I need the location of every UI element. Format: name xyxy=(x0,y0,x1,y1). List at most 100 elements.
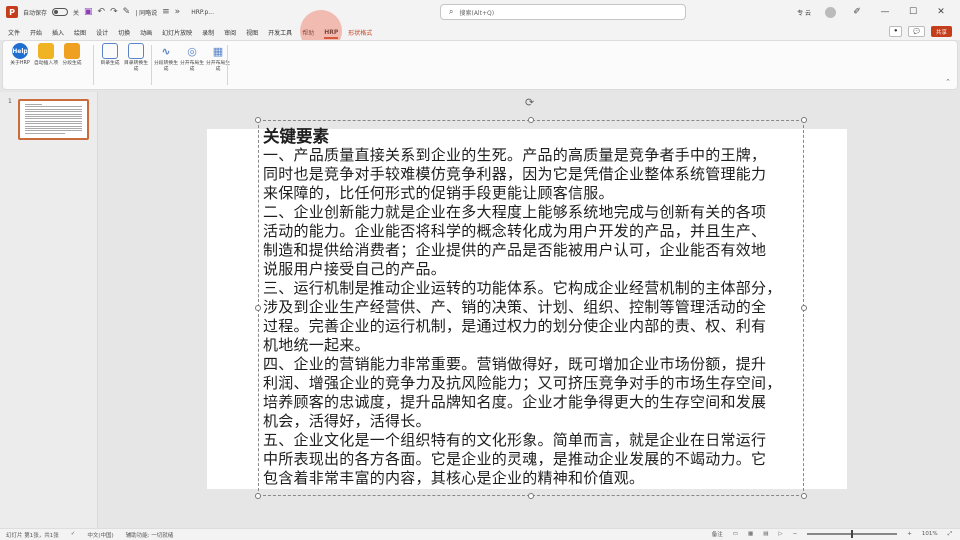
resize-handle[interactable] xyxy=(528,117,534,123)
zoom-in-icon[interactable]: + xyxy=(907,531,912,537)
resize-handle[interactable] xyxy=(801,117,807,123)
sorter-view-icon[interactable]: ▦ xyxy=(748,531,753,537)
accessibility-status[interactable]: 辅助功能: 一切就绪 xyxy=(126,531,174,539)
text-line: 来保障的，比任何形式的促销手段更能让顾客信服。 xyxy=(263,184,614,202)
ribbon-group-3: ∿ 分段转换生成 ◎ 分开布局生成 ▦ 分开布局生成 xyxy=(154,43,230,73)
toc-icon xyxy=(102,43,118,59)
tab-shape-format[interactable]: 形状格式 xyxy=(348,28,372,37)
pen-icon[interactable]: ✐ xyxy=(850,7,864,17)
search-box[interactable]: ⌕ 搜索(Alt+Q) xyxy=(440,4,686,20)
notes-button[interactable]: 备注 xyxy=(712,530,723,538)
tab-review[interactable]: 审阅 xyxy=(224,28,236,37)
ribbon-separator xyxy=(93,45,94,85)
layers-icon xyxy=(64,43,80,59)
text-line: 培养顾客的忠诚度，提升品牌知名度。企业才能争得更大的生存空间和发展 xyxy=(263,393,767,411)
segment-generate-button[interactable]: 分段生成 xyxy=(61,43,83,67)
slide-number: 1 xyxy=(8,98,12,105)
powerpoint-logo-icon: P xyxy=(6,6,18,18)
tab-developer[interactable]: 开发工具 xyxy=(268,28,292,37)
language-indicator[interactable]: 中文(中国) xyxy=(87,531,113,539)
ribbon-separator xyxy=(227,45,228,85)
ribbon-panel: Help 关于HRP 自动插入项 分段生成 目录生成 目录转换生成 ∿ 分段转换… xyxy=(2,40,958,90)
text-line: 机地统一起来。 xyxy=(263,336,370,354)
autosave-label: 自动保存 xyxy=(23,9,48,17)
tab-home[interactable]: 开始 xyxy=(30,28,42,37)
tab-view[interactable]: 视图 xyxy=(246,28,258,37)
normal-view-icon[interactable]: ▭ xyxy=(733,531,738,537)
zoom-slider[interactable] xyxy=(807,530,898,538)
format-painter-icon[interactable]: ✎ xyxy=(123,7,131,17)
slide-canvas: ⟳ 关键要素 一、产品质量直接关系到企业的生死。产品的高质量是竞争者手中的王牌，… xyxy=(99,92,960,528)
avatar[interactable] xyxy=(825,6,836,18)
collapse-ribbon-icon[interactable]: ⌃ xyxy=(945,78,951,86)
cycle-icon: ◎ xyxy=(187,44,197,58)
zoom-out-icon[interactable]: − xyxy=(793,531,798,537)
zoom-level[interactable]: 101% xyxy=(922,531,938,537)
slideshow-view-icon[interactable]: ▷ xyxy=(778,531,782,537)
share-button[interactable]: 共享 xyxy=(930,26,952,37)
tab-draw[interactable]: 绘图 xyxy=(74,28,86,37)
slide-thumbnail-pane: 1 xyxy=(0,92,98,528)
comment-button[interactable]: 💬 xyxy=(908,26,925,37)
tab-insert[interactable]: 插入 xyxy=(52,28,64,37)
close-icon[interactable]: ✕ xyxy=(934,7,948,17)
title-bar: P 自动保存 关 ▣ ↶ ↷ ✎ | 同略说 ≡ » HRP.p... ⌕ 搜索… xyxy=(0,0,960,24)
about-hrp-button[interactable]: Help 关于HRP xyxy=(9,43,31,67)
toc-generate-button[interactable]: 目录生成 xyxy=(99,43,121,73)
user-name[interactable]: 专 云 xyxy=(797,8,811,17)
spellcheck-icon[interactable]: ✓ xyxy=(71,531,76,539)
text-line: 五、企业文化是一个组织特有的文化形象。简单而言，就是企业在日常运行 xyxy=(263,431,767,449)
align-icon[interactable]: ≡ xyxy=(162,7,170,17)
tab-transitions[interactable]: 切换 xyxy=(118,28,130,37)
tabs-right-actions: ⏺ 💬 共享 xyxy=(889,26,952,37)
layout-grid-button[interactable]: ▦ 分开布局生成 xyxy=(206,43,230,73)
undo-icon[interactable]: ↶ xyxy=(98,7,106,17)
text-line: 说服用户接受自己的产品。 xyxy=(263,260,447,278)
text-line: 包含着非常丰富的内容，其核心是企业的精神和价值观。 xyxy=(263,469,645,487)
text-line: 中所表现出的各方各面。它是企业的灵魂，是推动企业发展的不竭动力。它 xyxy=(263,450,767,468)
tab-design[interactable]: 设计 xyxy=(96,28,108,37)
resize-handle[interactable] xyxy=(255,493,261,499)
resize-handle[interactable] xyxy=(801,493,807,499)
fit-to-window-icon[interactable]: ⤢ xyxy=(948,531,952,538)
tab-slideshow[interactable]: 幻灯片放映 xyxy=(162,28,192,37)
document-title[interactable]: HRP.p... xyxy=(191,9,214,16)
layout-generate-button[interactable]: ◎ 分开布局生成 xyxy=(180,43,204,73)
resize-handle[interactable] xyxy=(528,493,534,499)
maximize-icon[interactable]: ☐ xyxy=(906,7,920,17)
tab-hrp[interactable]: HRP xyxy=(324,29,339,39)
autosave-state: 关 xyxy=(73,9,80,17)
minimize-icon[interactable]: — xyxy=(878,7,892,17)
quick-access-mode[interactable]: | 同略说 xyxy=(135,8,157,17)
search-icon: ⌕ xyxy=(449,7,454,16)
toc-convert-button[interactable]: 目录转换生成 xyxy=(124,43,148,73)
segment-convert-button[interactable]: ∿ 分段转换生成 xyxy=(154,43,178,73)
wave-icon: ∿ xyxy=(161,44,171,58)
save-icon[interactable]: ▣ xyxy=(84,7,93,17)
autosave-toggle[interactable] xyxy=(52,8,69,16)
help-badge-icon: Help xyxy=(12,43,28,59)
slide-text-content[interactable]: 关键要素 一、产品质量直接关系到企业的生死。产品的高质量是竞争者手中的王牌， 同… xyxy=(263,127,803,488)
slide-info: 幻灯片 第1张，共1张 xyxy=(6,532,59,539)
ribbon-group-1: Help 关于HRP 自动插入项 分段生成 xyxy=(9,43,83,67)
text-line: 利润、增强企业的竞争力及抗风险能力；又可挤压竞争对手的市场生存空间， xyxy=(263,374,782,392)
quick-access-toolbar: P 自动保存 关 ▣ ↶ ↷ ✎ | 同略说 ≡ » HRP.p... xyxy=(0,6,214,18)
record-button[interactable]: ⏺ xyxy=(889,26,903,37)
resize-handle[interactable] xyxy=(255,305,261,311)
rotate-handle-icon[interactable]: ⟳ xyxy=(525,96,534,109)
resize-handle[interactable] xyxy=(255,117,261,123)
more-commands-icon[interactable]: » xyxy=(175,7,181,17)
tab-help[interactable]: 帮助 xyxy=(302,28,314,37)
tab-file[interactable]: 文件 xyxy=(8,28,20,37)
text-line: 机会，活得好，活得长。 xyxy=(263,412,431,430)
slide-heading: 关键要素 xyxy=(263,127,329,146)
search-placeholder: 搜索(Alt+Q) xyxy=(459,9,495,17)
auto-insert-button[interactable]: 自动插入项 xyxy=(34,43,58,67)
tab-animations[interactable]: 动画 xyxy=(140,28,152,37)
slide-thumbnail[interactable] xyxy=(18,99,89,140)
reading-view-icon[interactable]: ▤ xyxy=(763,531,768,537)
text-line: 涉及到企业生产经营供、产、销的决策、计划、组织、控制等管理活动的全 xyxy=(263,298,767,316)
ribbon-separator xyxy=(151,45,152,85)
redo-icon[interactable]: ↷ xyxy=(110,7,118,17)
tab-record[interactable]: 录制 xyxy=(202,28,214,37)
